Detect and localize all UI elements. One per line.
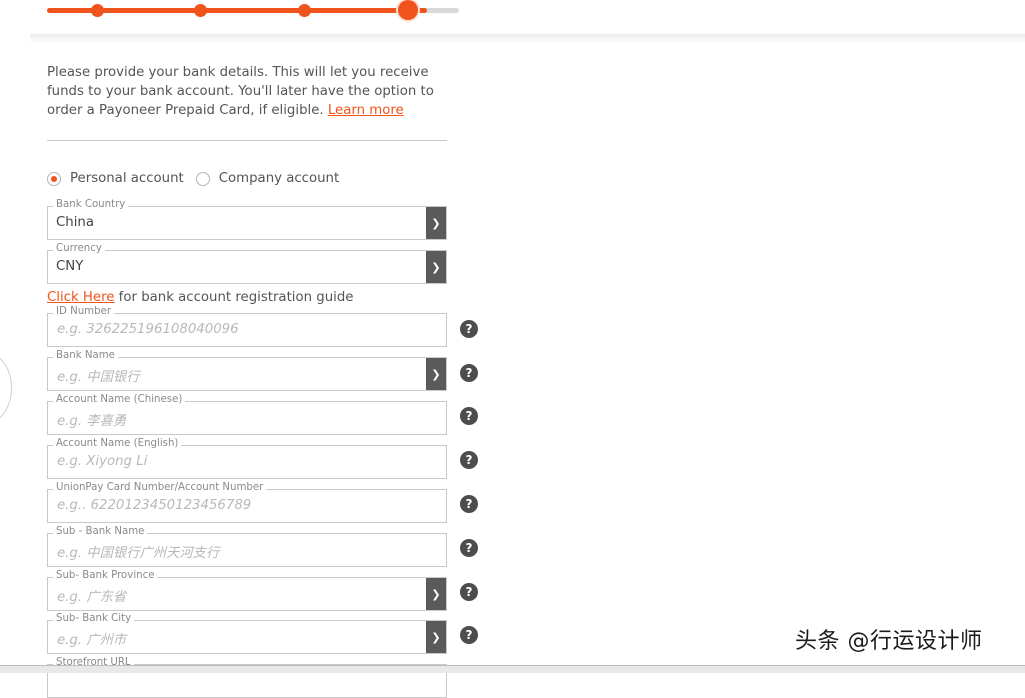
card-number-input[interactable]: UnionPay Card Number/Account Number e.g.… — [47, 482, 447, 523]
progress-step-1 — [91, 4, 104, 17]
field-label: Bank Country — [53, 199, 129, 211]
sub-bank-city-select[interactable]: Sub- Bank City e.g. 广州市 ❯ — [47, 613, 447, 654]
currency-value: CNY — [56, 259, 84, 274]
help-icon[interactable]: ? — [460, 583, 478, 601]
side-scroll-handle[interactable] — [0, 352, 12, 424]
personal-account-label: Personal account — [70, 171, 184, 186]
help-icon[interactable]: ? — [460, 495, 478, 513]
field-label: Sub- Bank Province — [53, 570, 158, 582]
account-name-english-input[interactable]: Account Name (English) e.g. Xiyong Li — [47, 438, 447, 479]
bank-country-select[interactable]: Bank Country China ❯ — [47, 199, 447, 240]
placeholder: e.g. 广东省 — [57, 590, 127, 605]
placeholder: e.g. 326225196108040096 — [57, 322, 239, 337]
chevron-down-icon[interactable]: ❯ — [426, 251, 446, 283]
placeholder: e.g. 李喜勇 — [57, 414, 127, 429]
learn-more-link[interactable]: Learn more — [328, 103, 404, 118]
progress-stepper — [47, 0, 459, 20]
watermark-text: 头条 @行运设计师 — [795, 629, 983, 654]
field-label: Bank Name — [53, 350, 118, 362]
field-label: ID Number — [53, 306, 115, 318]
chevron-down-icon[interactable]: ❯ — [426, 578, 446, 610]
placeholder: e.g. 广州市 — [57, 633, 127, 648]
click-here-link[interactable]: Click Here — [47, 290, 114, 305]
help-icon[interactable]: ? — [460, 407, 478, 425]
placeholder: e.g. Xiyong Li — [57, 454, 148, 469]
placeholder: e.g.. 6220123450123456789 — [57, 498, 252, 513]
progress-step-2 — [194, 4, 207, 17]
company-account-label: Company account — [218, 171, 340, 186]
help-icon[interactable]: ? — [460, 320, 478, 338]
intro-text: Please provide your bank details. This w… — [47, 63, 447, 120]
help-icon[interactable]: ? — [460, 364, 478, 382]
field-label: Account Name (English) — [53, 438, 182, 450]
sub-bank-name-input[interactable]: Sub - Bank Name e.g. 中国银行广州天河支行 — [47, 526, 447, 567]
sub-bank-province-select[interactable]: Sub- Bank Province e.g. 广东省 ❯ — [47, 570, 447, 611]
header-shadow — [30, 34, 1025, 44]
help-icon[interactable]: ? — [460, 626, 478, 644]
chevron-down-icon[interactable]: ❯ — [426, 621, 446, 653]
registration-guide: Click Here for bank account registration… — [47, 290, 353, 305]
intro-divider — [47, 140, 447, 141]
radio-unchecked-icon[interactable] — [195, 171, 210, 186]
help-icon[interactable]: ? — [460, 451, 478, 469]
bank-name-select[interactable]: Bank Name e.g. 中国银行 ❯ — [47, 350, 447, 391]
personal-account-radio[interactable]: Personal account — [47, 171, 184, 186]
field-label: Account Name (Chinese) — [53, 394, 186, 406]
field-label: Sub- Bank City — [53, 613, 135, 625]
progress-step-4-current — [398, 0, 418, 20]
chevron-down-icon[interactable]: ❯ — [426, 207, 446, 239]
help-icon[interactable]: ? — [460, 539, 478, 557]
field-label: UnionPay Card Number/Account Number — [53, 482, 267, 494]
account-name-chinese-input[interactable]: Account Name (Chinese) e.g. 李喜勇 — [47, 394, 447, 435]
company-account-radio[interactable]: Company account — [195, 171, 340, 186]
currency-select[interactable]: Currency CNY ❯ — [47, 243, 447, 284]
progress-step-3 — [298, 4, 311, 17]
chevron-down-icon[interactable]: ❯ — [426, 358, 446, 390]
guide-text: for bank account registration guide — [114, 290, 354, 305]
placeholder: e.g. 中国银行 — [57, 370, 140, 385]
field-label: Sub - Bank Name — [53, 526, 148, 538]
radio-checked-icon[interactable] — [47, 171, 61, 186]
bank-country-value: China — [56, 215, 94, 230]
field-label: Currency — [53, 243, 105, 255]
placeholder: e.g. 中国银行广州天河支行 — [57, 546, 220, 561]
progress-fill — [47, 8, 427, 13]
id-number-input[interactable]: ID Number e.g. 326225196108040096 — [47, 306, 447, 347]
account-type-group: Personal account Company account — [47, 171, 351, 186]
